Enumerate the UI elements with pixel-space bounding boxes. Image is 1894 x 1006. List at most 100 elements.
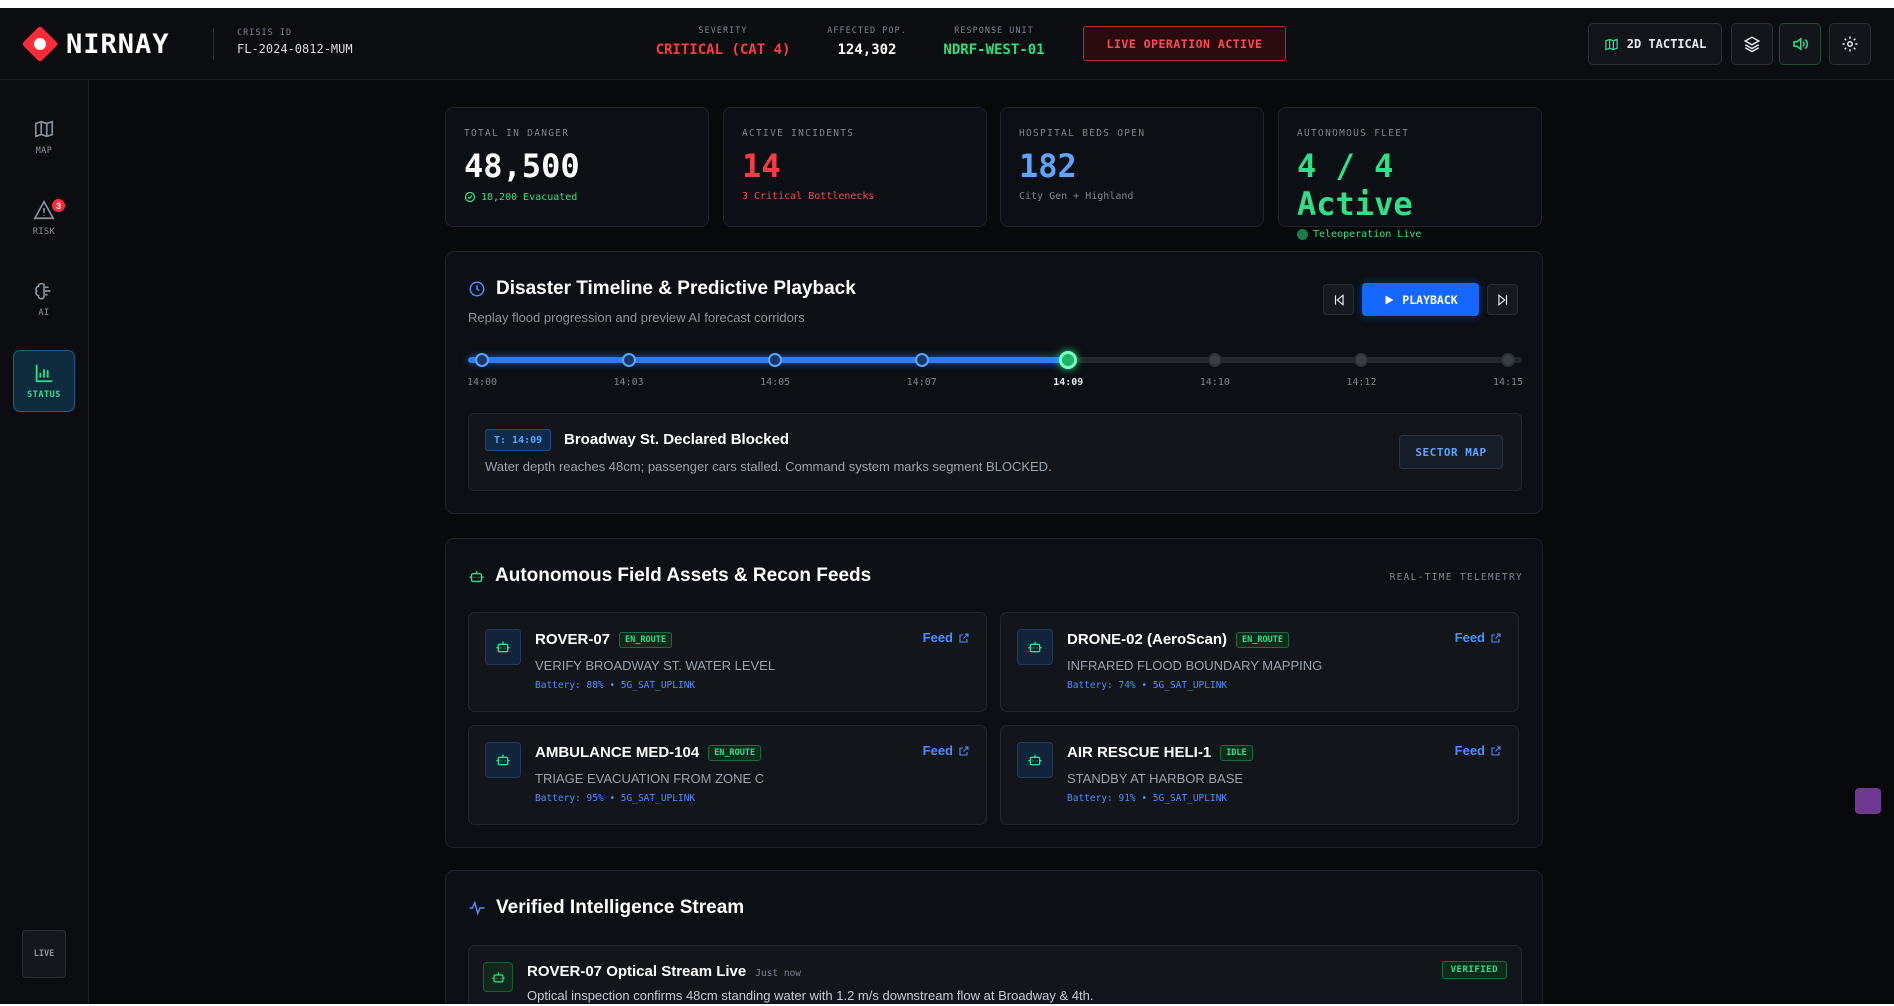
robot-icon [1017,629,1053,665]
event-time-badge: T: 14:09 [485,429,552,451]
kpi-subtext-label: 18,200 Evacuated [481,191,578,203]
timeline-tick[interactable] [1059,351,1078,369]
assets-title-text: Autonomous Field Assets & Recon Feeds [495,565,872,586]
kpi-label: ACTIVE INCIDENTS [742,128,855,139]
live-operation-badge: LIVE OPERATION ACTIVE [1083,26,1286,61]
asset-card[interactable]: DRONE-02 (AeroScan) EN_ROUTE INFRARED FLO… [1000,612,1519,712]
timeline-tick-label: 14:07 [906,377,937,388]
asset-name: AMBULANCE MED-104 [535,744,700,761]
population-label: AFFECTED POP. [827,26,907,36]
timeline-tick[interactable] [1501,353,1515,367]
intel-item-time: Just now [755,968,802,979]
logo[interactable]: NIRNAY [21,25,170,63]
sidebar-item-map[interactable]: MAP [13,106,75,168]
kpi-label: HOSPITAL BEDS OPEN [1019,128,1146,139]
kpi-subtext: 18,200 Evacuated [464,191,690,203]
skip-back-button[interactable] [1323,284,1354,315]
feed-link[interactable]: Feed [923,743,970,758]
asset-name: AIR RESCUE HELI-1 [1067,744,1212,761]
top-border [0,0,1894,8]
timeline-slider[interactable] [468,351,1522,369]
severity-value: CRITICAL (CAT 4) [655,42,791,58]
kpi-card-active-incidents: ACTIVE INCIDENTS 14 3 Critical Bottlenec… [723,107,987,227]
brain-icon [35,282,51,300]
floating-assistant-button[interactable] [1855,788,1881,814]
asset-telemetry: Battery: 91% • 5G_SAT_UPLINK [1067,793,1228,804]
layers-button[interactable] [1731,23,1773,65]
kpi-value: 14 [742,147,781,185]
timeline-tick[interactable] [1207,353,1222,367]
clock-icon [469,281,485,297]
live-button[interactable]: LIVE [22,930,66,978]
skip-forward-icon [1497,293,1507,306]
bar-chart-icon [35,364,53,383]
asset-card[interactable]: ROVER-07 EN_ROUTE VERIFY BROADWAY ST. WAT… [468,612,987,712]
robot-icon [485,629,521,665]
kpi-label: AUTONOMOUS FLEET [1297,128,1410,139]
timeline-tick-label: 14:12 [1346,377,1377,388]
kpi-value: 4 / 4 Active [1297,147,1413,223]
timeline-tick-label: 14:03 [613,377,644,388]
play-icon [1385,295,1394,304]
crisis-id-block: CRISIS ID FL-2024-0812-MUM [237,28,353,56]
feed-link[interactable]: Feed [923,630,970,645]
timeline-tick-label: 14:10 [1199,377,1230,388]
severity-stat: SEVERITY CRITICAL (CAT 4) [653,26,793,58]
sector-map-button[interactable]: SECTOR MAP [1399,435,1503,469]
map-icon [34,120,54,138]
asset-task: INFRARED FLOOD BOUNDARY MAPPING [1067,658,1323,673]
timeline-tick[interactable] [621,353,636,367]
asset-task: VERIFY BROADWAY ST. WATER LEVEL [535,658,776,673]
intel-title-text: Verified Intelligence Stream [496,897,745,918]
timeline-tick-label: 14:15 [1492,377,1524,388]
2d-tactical-button[interactable]: 2D TACTICAL [1588,23,1722,65]
population-value: 124,302 [837,42,897,58]
kpi-subtext: Teleoperation Live [1297,229,1523,240]
speaker-icon [1793,37,1808,51]
feed-link[interactable]: Feed [1455,630,1502,645]
asset-card[interactable]: AMBULANCE MED-104 EN_ROUTE TRIAGE EVACUAT… [468,725,987,825]
robot-icon [469,570,484,582]
timeline-tick[interactable] [475,353,489,367]
asset-name-row: ROVER-07 EN_ROUTE [535,631,672,648]
skip-forward-button[interactable] [1487,284,1518,315]
2d-tactical-label: 2D TACTICAL [1626,37,1707,51]
sidebar: MAP RISK 3 AI STATUS LIVE [0,80,89,1004]
playback-label: PLAYBACK [1402,292,1458,307]
feed-label: Feed [1454,630,1485,645]
status-dot-icon [1297,229,1308,240]
kpi-card-hospital-beds: HOSPITAL BEDS OPEN 182 City Gen + Highla… [1000,107,1264,227]
risk-count-badge: 3 [50,197,67,214]
timeline-title-text: Disaster Timeline & Predictive Playback [496,278,856,299]
asset-name: DRONE-02 (AeroScan) [1067,631,1228,648]
timeline-tick[interactable] [914,353,929,367]
feed-label: Feed [1454,743,1485,758]
audio-button[interactable] [1779,23,1821,65]
timeline-tick[interactable] [1354,353,1369,367]
feed-label: Feed [922,630,953,645]
sidebar-item-label: AI [38,308,50,318]
logo-icon [21,25,59,63]
sidebar-item-status[interactable]: STATUS [13,350,75,412]
kpi-card-total-in-danger: TOTAL IN DANGER 48,500 18,200 Evacuated [445,107,709,227]
sidebar-item-risk[interactable]: RISK 3 [13,187,75,249]
settings-button[interactable] [1829,23,1871,65]
playback-button[interactable]: PLAYBACK [1362,283,1479,316]
asset-status-badge: IDLE [1220,744,1253,761]
asset-status-badge: EN_ROUTE [619,631,672,648]
response-unit-label: RESPONSE UNIT [954,26,1034,36]
timeline-event-card: T: 14:09 Broadway St. Declared Blocked W… [468,413,1522,491]
intel-stream-item[interactable]: ROVER-07 Optical Stream Live Just now Opt… [468,945,1522,1006]
sidebar-item-label: STATUS [27,390,61,400]
robot-icon [485,742,521,778]
sidebar-item-ai[interactable]: AI [13,268,75,330]
asset-status-badge: EN_ROUTE [1236,631,1289,648]
asset-card[interactable]: AIR RESCUE HELI-1 IDLE STANDBY AT HARBOR … [1000,725,1519,825]
timeline-tick-label: 14:05 [760,377,791,388]
feed-link[interactable]: Feed [1455,743,1502,758]
realtime-telemetry-label: REAL-TIME TELEMETRY [1389,572,1523,583]
timeline-tick[interactable] [768,353,783,367]
external-link-icon [959,632,969,643]
sidebar-item-label: MAP [35,146,53,156]
asset-task: TRIAGE EVACUATION FROM ZONE C [535,771,765,786]
